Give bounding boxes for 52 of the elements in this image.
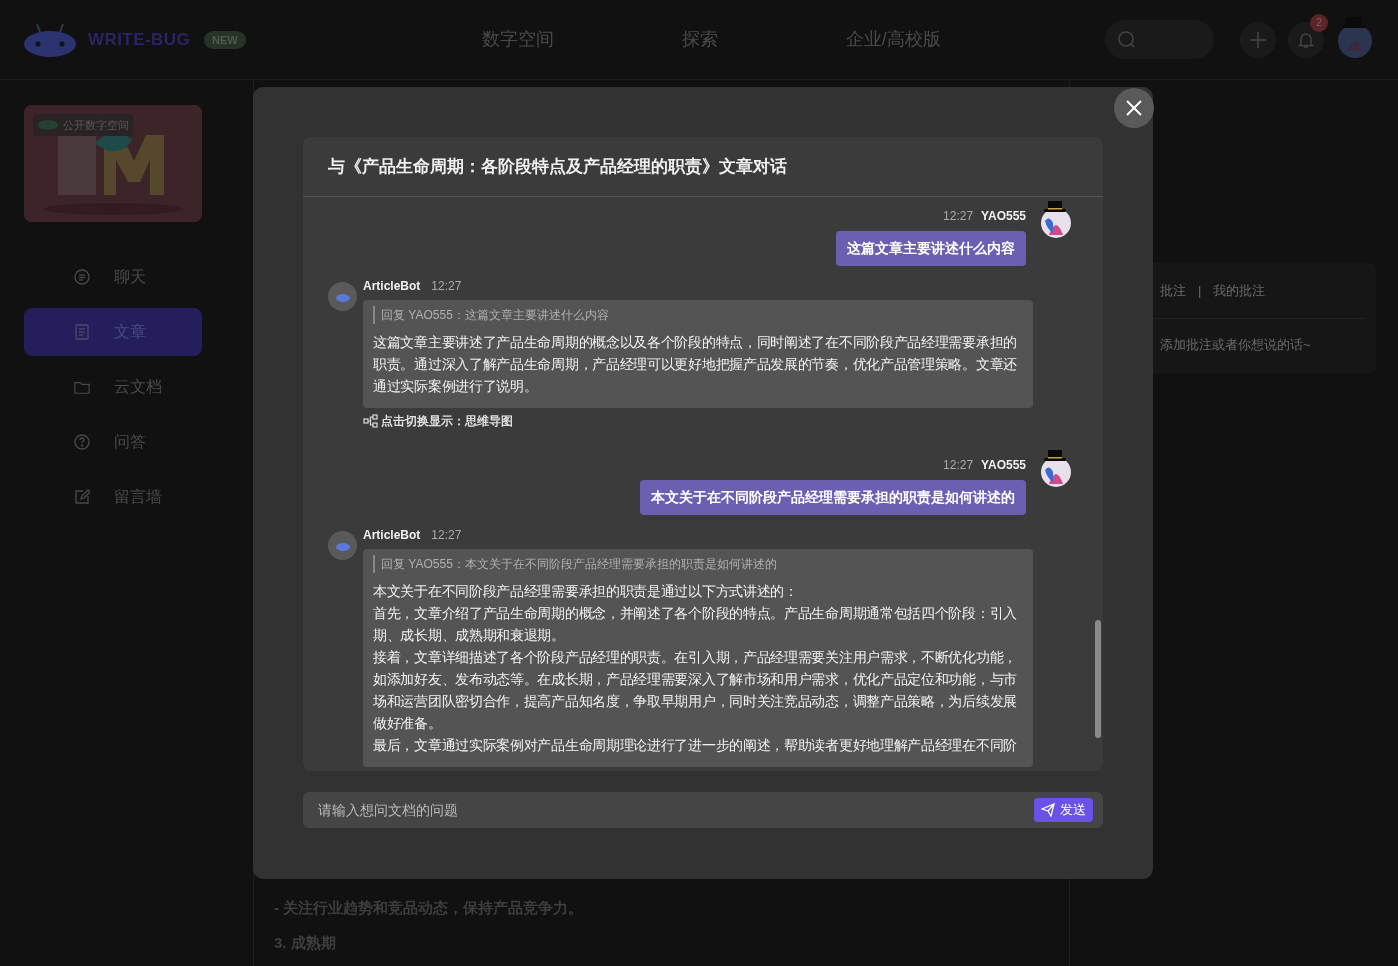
message-text: 接着，文章详细描述了各个阶段产品经理的职责。在引入期，产品经理需要关注用户需求，不断优化功能，如添加好友、发布动态等。在成长期，产品经理需要深入了解市场和用户需求，优化产品定位和功能，与市场和运营团队密切合作，提高产品知名度，争取早期用户，同时关注竞品动态，调整产品策略，为后续发展做好准备。 [373,649,1018,733]
close-button[interactable] [1114,88,1154,128]
annotation-tab[interactable]: 我的批注 [1213,280,1266,301]
close-icon [1125,99,1143,117]
annotation-hint: 添加批注或者你想说的话~ [1160,336,1311,354]
robot-icon [335,540,350,551]
sidebar-item[interactable]: 云文档 [24,363,202,411]
bell-icon [1298,30,1314,49]
edit-icon [74,489,90,505]
question-icon [74,434,90,450]
message-time: 12:27 [943,457,974,474]
robot-logo-icon[interactable] [23,21,77,58]
message-text: 这篇文章主要讲述了产品生命周期的概念以及各个阶段的特点，同时阐述了在不同阶段产品经理需要承担的职责。通过深入了解产品生命周期，产品经理可以更好地把握产品发展的节奏，优化产品管理策略。文章还通过实际案例进行了说明。 [373,334,1018,396]
reply-quote: 回复 YAO555：本文关于在不同阶段产品经理需要承担的职责是如何讲述的 [373,555,1023,573]
tab-divider: | [1198,281,1202,300]
user-message: 本文关于在不同阶段产品经理需要承担的职责是如何讲述的 [640,480,1026,515]
question-input[interactable]: 请输入想问文档的问题 发送 [303,792,1103,828]
send-button[interactable]: 发送 [1034,798,1093,822]
logo-text[interactable]: WRITE-BUG [88,26,191,53]
search-field[interactable] [1105,20,1214,59]
document-icon [75,324,89,340]
annotation-tab[interactable]: 批注 [1160,280,1186,301]
send-icon [1041,803,1055,817]
search-icon [1118,30,1136,49]
mind-map-icon [363,414,379,428]
folder-icon [74,379,90,395]
message-time: 12:27 [943,208,974,225]
mind-map-toggle-link[interactable]: 点击切换显示：思维导图 [381,412,513,430]
nav-link[interactable]: 探索 [681,26,718,53]
user-message: 这篇文章主要讲述什么内容 [836,231,1026,266]
message-author: ArticleBot [363,278,421,295]
robot-icon [335,291,350,302]
scrollbar-thumb[interactable] [1095,620,1101,738]
plus-icon [1249,30,1267,49]
user-avatar [1039,199,1073,239]
message-time: 12:27 [431,527,462,544]
user-avatar [1039,448,1073,488]
message-author: YAO555 [981,208,1026,225]
add-button[interactable] [1240,21,1276,58]
message-text: 本文关于在不同阶段产品经理需要承担的职责是通过以下方式讲述的： [373,583,799,601]
reply-quote: 回复 YAO555：这篇文章主要讲述什么内容 [373,306,1023,324]
nav-link[interactable]: 数字空间 [481,26,554,53]
cloud-icon [37,120,59,130]
dialog-title: 与《产品生命周期：各阶段特点及产品经理的职责》文章对话 [328,155,787,178]
chat-icon [74,269,90,285]
message-text: 最后，文章通过实际案例对产品生命周期理论进行了进一步的阐述，帮助读者更好地理解产品经理在不同阶 [373,737,1018,755]
message-author: ArticleBot [363,527,421,544]
nav-link[interactable]: 企业/高校版 [845,26,941,53]
message-text: 首先，文章介绍了产品生命周期的概念，并阐述了各个阶段的特点。产品生命周期通常包括四个阶段：引入期、成长期、成熟期和衰退期。 [373,605,1018,645]
message-author: YAO555 [981,457,1026,474]
message-time: 12:27 [431,278,462,295]
sidebar-item[interactable]: 问答 [24,418,202,466]
